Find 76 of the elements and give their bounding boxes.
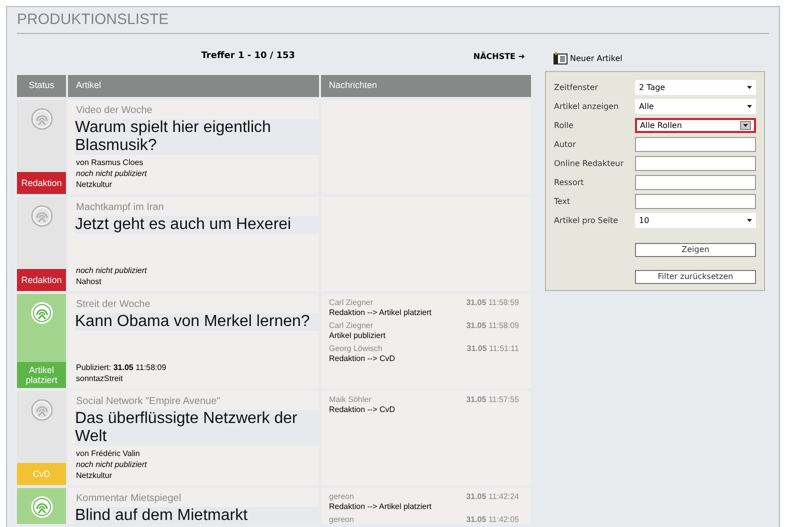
select-field[interactable]: Alle Rollen	[635, 118, 756, 133]
article-kicker: Video der Woche	[76, 105, 154, 117]
next-link[interactable]: NÄCHSTE ➔	[473, 50, 525, 62]
article-byline: von Rasmus Cloes	[76, 157, 144, 168]
field-label: Ressort	[554, 176, 585, 188]
article-ressort: Netzkultur	[76, 179, 114, 190]
field-label: Rolle	[554, 120, 574, 132]
article-title[interactable]: Warum spielt hier eigentlich Blasmusik?	[75, 119, 319, 155]
publication-status: Publiziert: 31.05 11:58:09	[76, 362, 168, 373]
document-list-icon	[553, 52, 568, 65]
message-time: 31.05 11:57:55	[466, 395, 519, 405]
hit-count: Treffer 1 - 10 / 153	[201, 50, 296, 61]
field-label: Text	[554, 196, 572, 208]
field-label: Artikel anzeigen	[554, 100, 620, 112]
select-field[interactable]: 10	[635, 213, 756, 228]
message-author: Georg Löwisch	[329, 344, 382, 354]
message-action: Redaktion --> Artikel platziert	[329, 502, 432, 512]
status-badge: Redaktion	[17, 269, 66, 291]
status-badge: CvD	[17, 463, 66, 485]
page-title: PRODUKTIONSLISTE	[17, 11, 769, 34]
status-badge: Redaktion	[17, 172, 66, 194]
field-label: Artikel pro Seite	[554, 214, 620, 226]
message-action: Redaktion --> Artikel platziert	[329, 308, 432, 318]
message-time: 31.05 11:58:09	[466, 321, 519, 331]
message-author: gereon	[329, 515, 354, 524]
field-label: Autor	[554, 138, 577, 150]
message-time: 31.05 11:42:05	[466, 515, 519, 524]
select-field[interactable]: 2 Tage	[635, 80, 756, 95]
signal-arch-icon	[30, 205, 52, 227]
input-field[interactable]	[635, 194, 756, 209]
caret-icon	[747, 86, 752, 89]
publication-status: noch nicht publiziert	[76, 168, 148, 179]
article-ressort: Nahost	[76, 276, 102, 287]
message-action: Artikel publiziert	[329, 331, 386, 341]
article-ressort: sonntazStreit	[76, 373, 124, 384]
message-action: Redaktion --> CvD	[329, 354, 396, 364]
column-header: Artikel	[68, 75, 319, 97]
message-author: gereon	[329, 492, 354, 502]
article-title[interactable]: Kann Obama von Merkel lernen?	[75, 313, 319, 331]
caret-icon	[747, 219, 752, 222]
caret-icon	[743, 124, 748, 127]
article-kicker: Kommentar Mietspiegel	[76, 493, 182, 505]
caret-icon	[747, 105, 752, 108]
article-kicker: Social Network "Empire Avenue"	[76, 396, 222, 408]
message-author: Carl Ziegner	[329, 321, 374, 331]
article-byline: von Frédéric Valin	[76, 448, 141, 459]
column-header: Status	[17, 75, 66, 97]
message-time: 31.05 11:51:11	[466, 344, 519, 354]
message-time: 31.05 11:58:59	[466, 298, 519, 308]
article-kicker: Machtkampf im Iran	[76, 202, 165, 214]
input-field[interactable]	[635, 137, 756, 152]
message-author: Maik Söhler	[329, 395, 372, 405]
signal-arch-icon	[30, 302, 52, 324]
publication-status: noch nicht publiziert	[76, 265, 148, 276]
article-kicker: Streit der Woche	[76, 299, 152, 311]
message-time: 31.05 11:42:24	[466, 492, 519, 502]
input-field[interactable]	[635, 156, 756, 171]
field-label: Zeitfenster	[554, 82, 600, 94]
signal-arch-icon	[30, 108, 52, 130]
new-article-link[interactable]: Neuer Artikel	[553, 52, 765, 65]
article-title[interactable]: Das überflüssigte Netzwerk der Welt	[75, 410, 319, 446]
column-header: Nachrichten	[321, 75, 531, 97]
status-badge: Artikel platziert	[17, 362, 66, 388]
form-button[interactable]: Zeigen	[635, 243, 756, 257]
publication-status: noch nicht publiziert	[76, 459, 148, 470]
input-field[interactable]	[635, 175, 756, 190]
signal-arch-icon	[30, 399, 52, 421]
message-action: Redaktion --> CvD	[329, 405, 396, 415]
article-title[interactable]: Jetzt geht es auch um Hexerei	[75, 216, 319, 234]
select-field[interactable]: Alle	[635, 99, 756, 114]
article-ressort: Netzkultur	[76, 470, 114, 481]
message-author: Carl Ziegner	[329, 298, 374, 308]
signal-arch-icon	[30, 496, 52, 518]
form-button[interactable]: Filter zurücksetzen	[635, 270, 756, 284]
field-label: Online Redakteur	[554, 158, 624, 170]
article-title[interactable]: Blind auf dem Mietmarkt	[75, 507, 319, 524]
